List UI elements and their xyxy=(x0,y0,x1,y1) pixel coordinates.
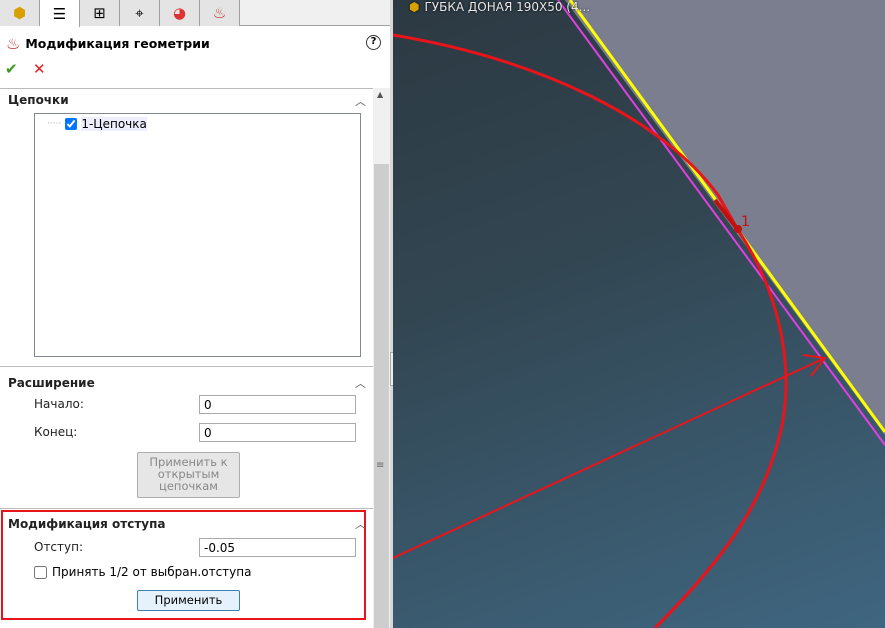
tab-feature-tree[interactable]: ⬢ xyxy=(0,0,40,26)
collapse-extension-icon[interactable]: ︿ xyxy=(355,375,366,391)
offset-header[interactable]: Модификация отступа xyxy=(8,517,166,531)
collapse-offset-icon[interactable]: ︿ xyxy=(355,516,366,532)
offset-label: Отступ: xyxy=(34,540,84,554)
chains-list[interactable]: ····· 1-Цепочка xyxy=(34,113,361,357)
chain-marker-label: 1 xyxy=(741,214,750,230)
start-label: Начало: xyxy=(34,397,84,411)
arrow-head xyxy=(802,354,827,377)
manager-tabs: ⬢ ☰ ⊞ ⌖ ◕ ♨ xyxy=(0,0,390,27)
property-manager: ⬢ ☰ ⊞ ⌖ ◕ ♨ ♨ Модификация геометрии ? ✔ ✕… xyxy=(0,0,390,628)
tree-item-label: ГУБКА ДОНАЯ 190X50 (4... xyxy=(424,0,591,14)
scroll-thumb[interactable] xyxy=(374,164,389,628)
tree-item[interactable]: ⬢ ГУБКА ДОНАЯ 190X50 (4... xyxy=(409,0,590,14)
scrollbar[interactable]: ▲ xyxy=(373,88,390,628)
part-icon: ⬢ xyxy=(409,0,420,14)
list-item[interactable]: ····· 1-Цепочка xyxy=(47,117,147,131)
end-label: Конец: xyxy=(34,425,78,439)
part-face xyxy=(565,0,885,435)
graphics-viewport[interactable]: 1 ⬢ ГУБКА ДОНАЯ 190X50 (4... xyxy=(393,0,885,628)
half-offset-checkbox[interactable] xyxy=(34,565,47,579)
apply-button[interactable]: Применить xyxy=(137,590,240,611)
resize-grip-icon[interactable]: ≡ xyxy=(376,460,384,471)
tab-display[interactable]: ◕ xyxy=(160,0,200,26)
model-view: 1 xyxy=(393,0,885,628)
start-input[interactable]: 0 xyxy=(199,395,356,414)
help-button[interactable]: ? xyxy=(366,35,381,50)
appearance-icon: ◕ xyxy=(172,4,187,22)
collapse-chains-icon[interactable]: ︿ xyxy=(355,93,366,109)
crosshair-icon: ⌖ xyxy=(135,4,144,22)
half-offset-label: Принять 1/2 от выбран.отступа xyxy=(52,565,252,579)
cam-icon: ♨ xyxy=(6,34,21,53)
apply-open-chains-button[interactable]: Применить к открытым цепочкам xyxy=(137,452,240,498)
divider xyxy=(0,88,390,89)
tab-cam[interactable]: ♨ xyxy=(200,0,240,26)
divider xyxy=(0,508,373,509)
part-icon: ⬢ xyxy=(12,4,27,22)
cam-icon: ♨ xyxy=(212,4,227,22)
tab-configuration[interactable]: ⊞ xyxy=(80,0,120,26)
chain-checkbox[interactable] xyxy=(65,118,78,130)
offset-input[interactable]: -0.05 xyxy=(199,538,356,557)
divider xyxy=(0,366,373,367)
end-input[interactable]: 0 xyxy=(199,423,356,442)
tree-dots: ····· xyxy=(47,119,62,129)
ok-button[interactable]: ✔ xyxy=(5,60,18,78)
extension-header[interactable]: Расширение xyxy=(8,376,95,390)
annotation-arrow xyxy=(393,357,826,560)
config-icon: ⊞ xyxy=(93,4,106,22)
tab-property-manager[interactable]: ☰ xyxy=(40,0,80,27)
chains-header[interactable]: Цепочки xyxy=(8,93,69,107)
tab-dimxpert[interactable]: ⌖ xyxy=(120,0,160,26)
half-offset-option[interactable]: Принять 1/2 от выбран.отступа xyxy=(34,565,251,579)
property-manager-icon: ☰ xyxy=(52,4,67,23)
chain-label: 1-Цепочка xyxy=(81,117,147,131)
cancel-button[interactable]: ✕ xyxy=(33,60,46,78)
panel-title: ♨ Модификация геометрии xyxy=(6,34,210,53)
scroll-up-icon[interactable]: ▲ xyxy=(377,90,383,99)
title-text: Модификация геометрии xyxy=(25,36,210,51)
